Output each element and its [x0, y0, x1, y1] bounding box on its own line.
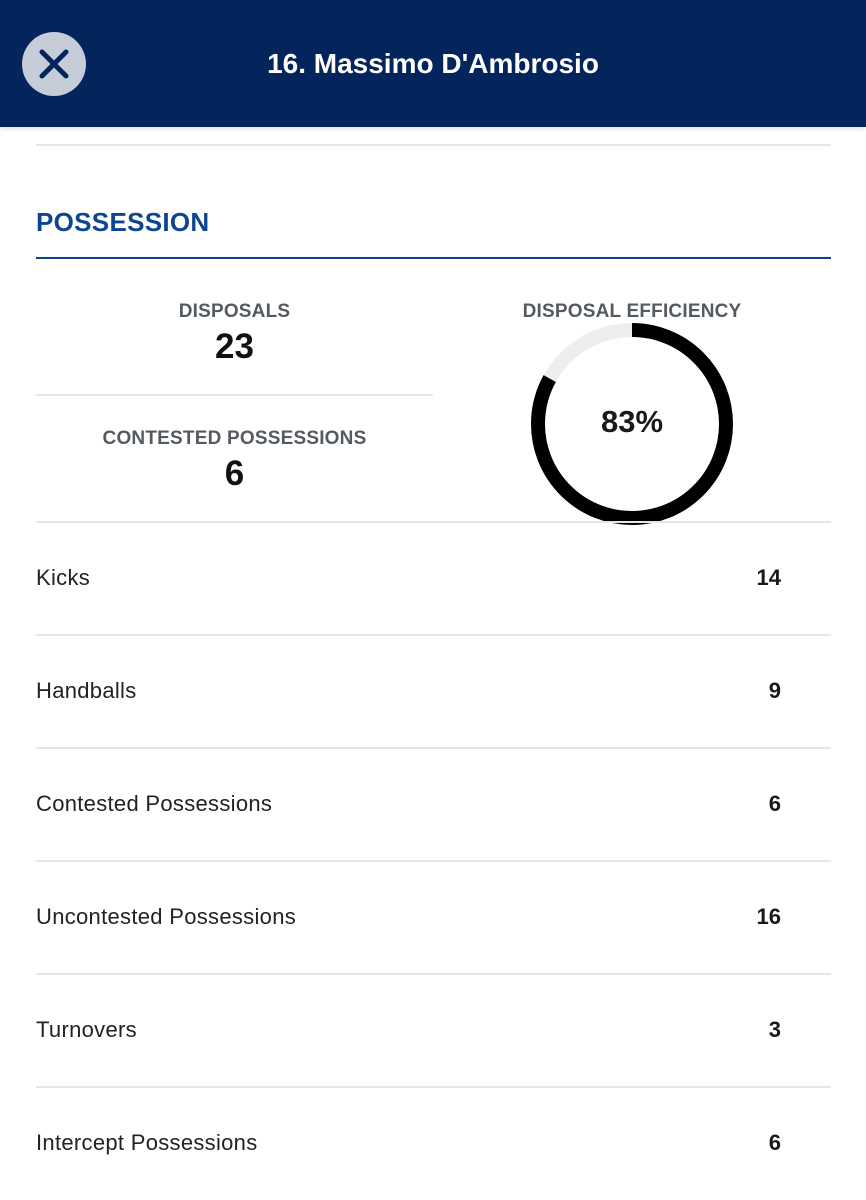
stat-row: Contested Possessions 6	[36, 747, 831, 860]
stats-list: Kicks 14 Handballs 9 Contested Possessions 6 U…	[36, 521, 831, 1199]
disposals-label: DISPOSALS	[178, 301, 291, 322]
stat-row-label: Turnovers	[36, 1017, 137, 1042]
contested-value: 6	[224, 454, 245, 493]
efficiency-value: 83%	[600, 404, 664, 439]
disposals-stat: DISPOSALS 23	[36, 301, 433, 367]
stat-row-label: Uncontested Possessions	[36, 904, 297, 929]
stat-divider	[36, 394, 433, 396]
stat-row-label: Contested Possessions	[36, 791, 273, 816]
section-title: POSSESSION	[36, 207, 210, 237]
stat-row-value: 9	[768, 678, 781, 703]
stat-row-value: 3	[768, 1017, 781, 1042]
player-title: 16. Massimo D'Ambrosio	[267, 48, 599, 79]
stat-row-label: Handballs	[36, 678, 137, 703]
stat-row: Intercept Possessions 6	[36, 1086, 831, 1199]
contested-label: CONTESTED POSSESSIONS	[102, 428, 367, 449]
stat-row: Uncontested Possessions 16	[36, 860, 831, 973]
stat-row-value: 6	[768, 791, 781, 816]
efficiency-label: DISPOSAL EFFICIENCY	[522, 301, 742, 322]
divider	[36, 144, 831, 146]
stat-row-value: 16	[756, 904, 781, 929]
header-bar: 16. Massimo D'Ambrosio	[0, 0, 866, 127]
stat-row-value: 6	[768, 1130, 781, 1155]
stat-row-value: 14	[756, 565, 781, 590]
stat-row-label: Kicks	[36, 565, 91, 590]
stat-row-label: Intercept Possessions	[36, 1130, 258, 1155]
contested-stat: CONTESTED POSSESSIONS 6	[36, 428, 433, 494]
disposals-value: 23	[215, 327, 254, 366]
section-underline	[36, 257, 831, 259]
stat-row: Kicks 14	[36, 521, 831, 634]
stat-row: Turnovers 3	[36, 973, 831, 1086]
stat-row: Handballs 9	[36, 634, 831, 747]
